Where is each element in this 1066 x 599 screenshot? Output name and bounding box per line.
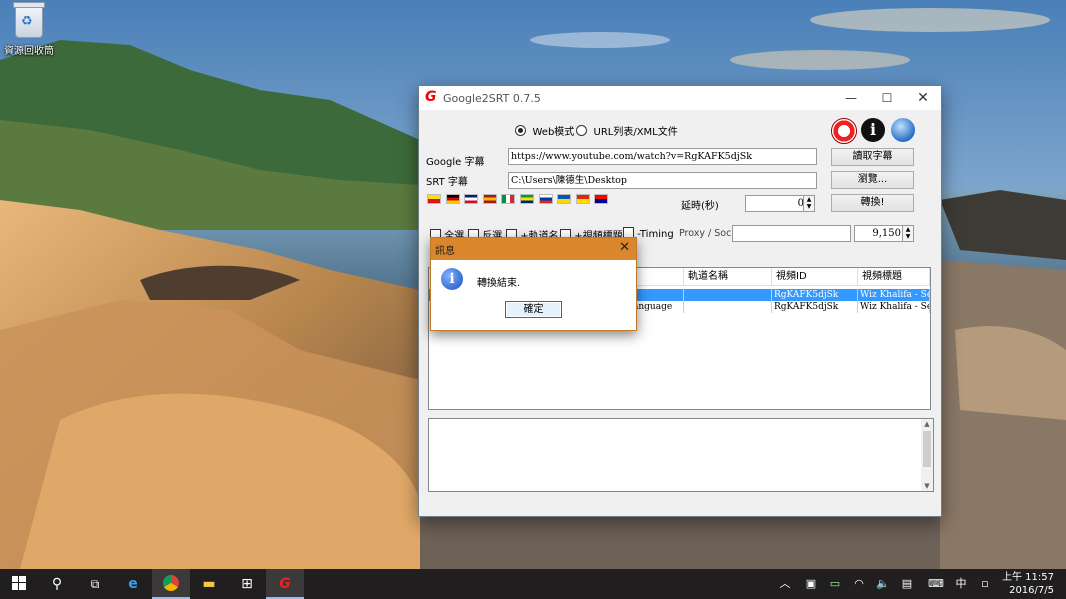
mode-url-radio[interactable]: URL列表/XML文件 xyxy=(576,123,678,138)
dialog-close-icon[interactable]: ✕ xyxy=(619,240,630,255)
log-textarea[interactable]: ▲ ▼ xyxy=(428,418,934,492)
delay-label: 延時(秒) xyxy=(681,201,719,212)
cell-video-id: RgKAFK5djSk xyxy=(772,301,858,313)
mode-url-label: URL列表/XML文件 xyxy=(593,127,678,138)
flag-russian-icon[interactable] xyxy=(538,194,553,204)
task-view-icon[interactable]: ⧉ xyxy=(76,569,114,599)
system-clock[interactable]: 上午 11:57 2016/7/5 xyxy=(1002,571,1054,597)
cell-track-name xyxy=(684,301,772,313)
window-title: Google2SRT 0.7.5 xyxy=(443,92,541,105)
port-spinner[interactable]: ▲ ▼ xyxy=(902,225,914,242)
cell-video-title: Wiz Khalifa - Se... xyxy=(858,289,930,301)
recycle-bin-label: 資源回收筒 xyxy=(4,46,54,57)
info-icon[interactable]: i xyxy=(861,118,885,142)
flag-catalan-icon[interactable] xyxy=(427,194,441,204)
maximize-button[interactable]: ☐ xyxy=(869,86,905,110)
clock-time: 上午 11:57 xyxy=(1002,572,1054,583)
help-lifebuoy-icon[interactable] xyxy=(831,118,857,144)
tray-app-icon[interactable]: ▣ xyxy=(802,569,820,599)
flag-brazil-icon[interactable] xyxy=(520,194,534,204)
flag-spanish-icon[interactable] xyxy=(482,194,497,204)
windows-logo-icon xyxy=(12,576,26,590)
scroll-thumb[interactable] xyxy=(923,431,931,467)
close-button[interactable]: ✕ xyxy=(905,86,941,110)
column-header-track-name[interactable]: 軌道名稱 xyxy=(684,268,772,286)
google-url-field[interactable]: https://www.youtube.com/watch?v=RgKAFK5d… xyxy=(508,148,817,165)
read-subtitles-button[interactable]: 讀取字幕 xyxy=(831,148,914,166)
recycle-bin-shortcut[interactable]: ♻ 資源回收筒 xyxy=(4,2,54,57)
column-header-video-id[interactable]: 視頻ID xyxy=(772,268,858,286)
ime-indicator[interactable]: 中 xyxy=(952,569,970,599)
chrome-icon[interactable] xyxy=(152,569,190,599)
edge-icon[interactable]: e xyxy=(114,569,152,599)
flag-italian-icon[interactable] xyxy=(501,194,516,204)
flag-ukraine-icon[interactable] xyxy=(557,194,572,204)
port-input[interactable]: 9,150 xyxy=(854,225,904,242)
proxy-input[interactable] xyxy=(732,225,851,242)
start-button[interactable] xyxy=(0,569,38,599)
delay-spinner[interactable]: ▲ ▼ xyxy=(803,195,815,212)
search-icon[interactable]: ⚲ xyxy=(38,569,76,599)
clock-date: 2016/7/5 xyxy=(1009,585,1054,596)
wifi-icon[interactable]: ◠ xyxy=(850,569,868,599)
file-explorer-icon[interactable]: ▬ xyxy=(190,569,228,599)
dialog-body: i 轉換結束. 確定 xyxy=(431,260,636,330)
volume-icon[interactable]: 🔈 xyxy=(874,569,892,599)
dialog-title: 訊息 xyxy=(435,246,455,257)
google2srt-taskbar-icon[interactable]: G xyxy=(266,569,304,599)
srt-path-field[interactable]: C:\Users\陳德生\Desktop xyxy=(508,172,817,189)
ime-mode-icon[interactable]: ▫ xyxy=(976,569,994,599)
timing-label: -Timing xyxy=(637,229,674,240)
scroll-down-icon[interactable]: ▼ xyxy=(921,481,933,491)
google-label: Google 字幕 xyxy=(426,157,485,168)
cell-video-id: RgKAFK5djSk xyxy=(772,289,858,301)
window-titlebar[interactable]: G Google2SRT 0.7.5 — ☐ ✕ xyxy=(419,86,941,110)
flag-china-icon[interactable] xyxy=(575,194,590,204)
delay-input[interactable]: 0 xyxy=(745,195,807,212)
cell-track-name xyxy=(684,289,772,301)
store-icon[interactable]: ⊞ xyxy=(228,569,266,599)
mode-web-radio[interactable]: Web模式 xyxy=(515,123,574,138)
battery-icon[interactable]: ▭ xyxy=(826,569,844,599)
minimize-button[interactable]: — xyxy=(833,86,869,110)
column-header-video-title[interactable]: 視頻標題 xyxy=(858,268,930,286)
touch-keyboard-icon[interactable]: ⌨ xyxy=(924,569,948,599)
recycle-bin-icon: ♻ xyxy=(13,2,45,38)
radio-dot xyxy=(576,125,587,136)
globe-icon[interactable] xyxy=(891,118,915,142)
browse-button[interactable]: 瀏覽... xyxy=(831,171,914,189)
dialog-message: 轉換結束. xyxy=(477,278,521,289)
information-icon: i xyxy=(441,268,463,290)
show-hidden-icons-icon[interactable]: ︿ xyxy=(776,569,794,599)
flag-german-icon[interactable] xyxy=(445,194,460,204)
convert-button[interactable]: 轉換! xyxy=(831,194,914,212)
cell-video-title: Wiz Khalifa - Se... xyxy=(858,301,930,313)
mode-web-label: Web模式 xyxy=(532,127,575,138)
dialog-titlebar[interactable]: 訊息 ✕ xyxy=(431,238,636,260)
log-scrollbar[interactable]: ▲ ▼ xyxy=(921,419,933,491)
message-dialog: 訊息 ✕ i 轉換結束. 確定 xyxy=(430,237,637,331)
flag-uk-icon[interactable] xyxy=(464,194,479,204)
radio-dot xyxy=(515,125,526,136)
srt-label: SRT 字幕 xyxy=(426,177,468,188)
taskbar: ⚲ ⧉ e ▬ ⊞ G ︿ ▣ ▭ ◠ 🔈 ▤ ⌨ 中 ▫ 上午 11:57 2… xyxy=(0,569,1066,599)
google2srt-logo-icon: G xyxy=(425,89,437,105)
ok-button[interactable]: 確定 xyxy=(505,301,562,318)
scroll-up-icon[interactable]: ▲ xyxy=(921,419,933,429)
flag-taiwan-icon[interactable] xyxy=(594,194,609,204)
action-center-icon[interactable]: ▤ xyxy=(898,569,916,599)
